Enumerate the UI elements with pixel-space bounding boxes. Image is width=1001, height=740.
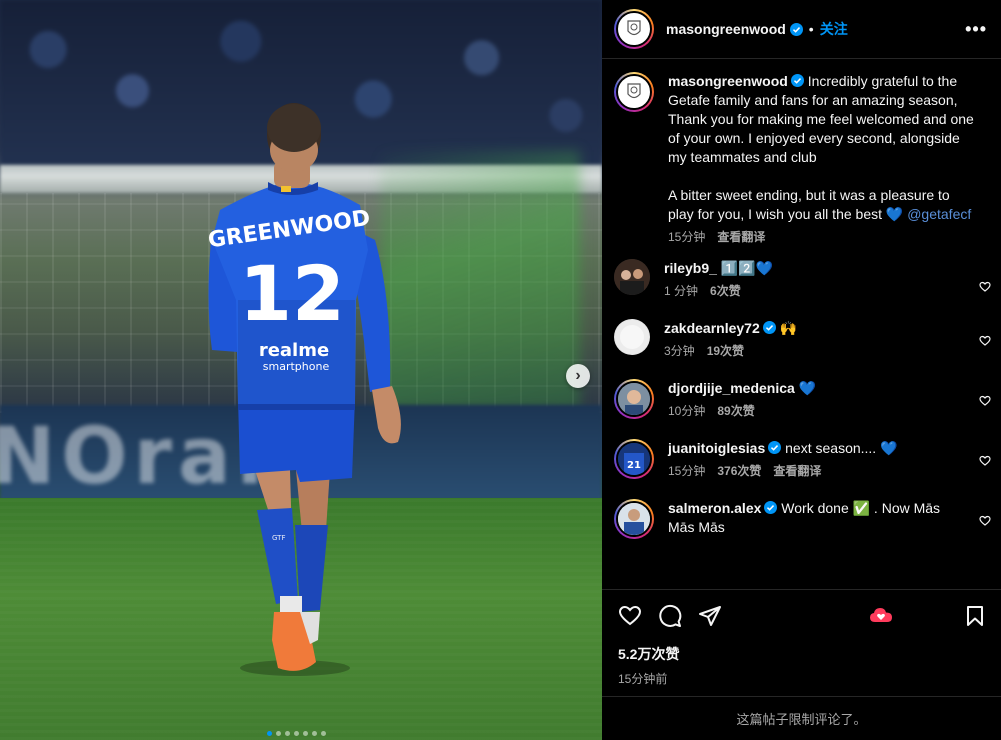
post-side-panel: masongreenwood • 关注 ••• masongreenwood I… [602,0,1001,740]
sponsor-top-text: realme [259,340,329,361]
carousel-dot [312,731,317,736]
post-header: masongreenwood • 关注 ••• [602,0,1001,59]
commenter-username[interactable]: zakdearnley72 [664,320,760,336]
translate-link[interactable]: 查看翻译 [717,228,765,247]
verified-badge-icon [768,441,782,454]
svg-text:GTF: GTF [272,534,285,542]
comment-time[interactable]: 3分钟 [664,342,695,361]
commenter-username[interactable]: djordjije_medenica [668,380,795,396]
heart-icon[interactable] [618,604,642,628]
comment-likes[interactable]: 89次赞 [717,402,754,421]
carousel-next-button[interactable]: › [566,364,590,388]
comment-row: djordjije_medenica 💙 10分钟 89次赞 [602,361,1001,421]
verified-badge-icon [789,22,803,36]
svg-text:21: 21 [627,460,641,471]
sponsor-bottom-text: smartphone [263,360,330,373]
commenter-username[interactable]: salmeron.alex [668,500,761,516]
carousel-dot [285,731,290,736]
commenter-avatar[interactable]: 21 [614,439,654,481]
comment-likes[interactable]: 19次赞 [707,342,744,361]
comment-row: rileyb9_ 1️⃣2️⃣💙 1 分钟 6次赞 [602,247,1001,301]
carousel-dot [267,731,272,736]
commenter-avatar[interactable] [614,499,654,539]
send-icon[interactable] [698,604,722,628]
carousel-dot [303,731,308,736]
chevron-right-icon: › [575,367,581,384]
commenter-username[interactable]: rileyb9_ [664,260,717,276]
bookmark-icon[interactable] [963,604,987,628]
caption-time[interactable]: 15分钟 [668,228,705,247]
comment-like-heart-icon[interactable] [979,281,991,293]
carousel-indicator [267,731,326,736]
caption-username[interactable]: masongreenwood [668,73,788,89]
author-username[interactable]: masongreenwood [666,21,786,37]
heart-cloud-icon[interactable] [869,604,893,628]
player-figure: GTF GREENWOOD 12 realme smartphone [206,103,401,676]
comment-icon[interactable] [658,604,682,628]
more-options-button[interactable]: ••• [965,19,987,40]
comment-like-heart-icon[interactable] [979,395,991,407]
author-avatar-image [616,11,652,47]
author-avatar[interactable] [614,9,654,49]
comment-row: zakdearnley72 🙌 3分钟 19次赞 [602,301,1001,361]
verified-badge-icon [790,74,804,87]
comment-like-heart-icon[interactable] [979,455,991,467]
comment-text: 🙌 [779,320,798,336]
post-time: 15分钟前 [618,672,668,686]
comment-text: 💙 [798,380,817,396]
comment-text: 1️⃣2️⃣💙 [720,260,774,276]
comments-list[interactable]: masongreenwood Incredibly grateful to th… [602,60,1001,590]
comment-likes[interactable]: 376次赞 [717,462,761,481]
comment-row: salmeron.alex Work done ✅ . Now Mās Mās … [602,481,1001,539]
commenter-avatar[interactable] [614,379,654,421]
post-photo[interactable]: NOral GTF GREENWOOD 12 realme smartphone… [0,0,602,740]
carousel-dot [321,731,326,736]
comment-time[interactable]: 1 分钟 [664,282,698,301]
jersey-number-text: 12 [239,249,345,338]
mention-link[interactable]: @getafecf [907,206,971,222]
verified-badge-icon [764,501,778,514]
caption: masongreenwood Incredibly grateful to th… [602,60,1001,247]
comment-time[interactable]: 15分钟 [668,462,705,481]
carousel-dot [294,731,299,736]
comment-like-heart-icon[interactable] [979,335,991,347]
likes-count[interactable]: 5.2万次赞 [618,644,987,664]
comment-translate-link[interactable]: 查看翻译 [773,462,821,481]
post-actions: 5.2万次赞 15分钟前 [602,589,1001,697]
commenter-avatar[interactable] [614,259,650,301]
comment-time[interactable]: 10分钟 [668,402,705,421]
verified-badge-icon [762,321,776,334]
comments-restricted-notice: 这篇帖子限制评论了。 [602,696,1001,740]
blue-heart-emoji: 💙 [885,206,904,222]
comment-likes[interactable]: 6次赞 [710,282,741,301]
separator-dot: • [808,21,814,37]
caption-avatar[interactable] [614,72,654,112]
comment-like-heart-icon[interactable] [979,515,991,527]
commenter-avatar[interactable] [614,319,650,361]
comment-text: next season.... 💙 [785,440,898,456]
follow-button[interactable]: 关注 [820,19,848,39]
caption-avatar-image [616,74,652,110]
comment-row: 21 juanitoiglesias next season.... 💙 15分钟 3… [602,421,1001,481]
carousel-dot [276,731,281,736]
commenter-username[interactable]: juanitoiglesias [668,440,765,456]
